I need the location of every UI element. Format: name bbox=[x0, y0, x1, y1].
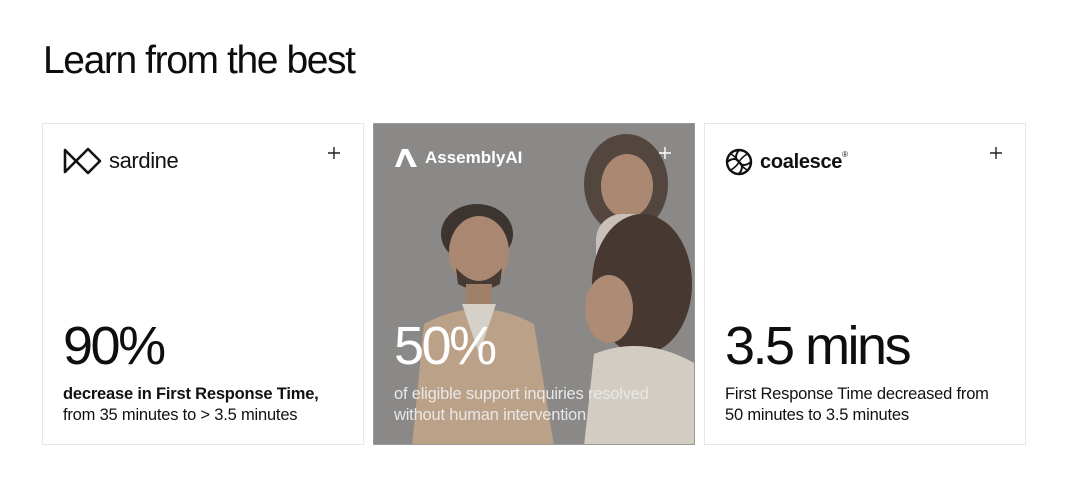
coalesce-wordmark: coalesce bbox=[760, 150, 843, 173]
plus-icon[interactable] bbox=[989, 146, 1003, 160]
sardine-logo-icon bbox=[63, 147, 102, 175]
case-study-card-coalesce[interactable]: coalesce ® 3.5 mins First Response Time … bbox=[704, 123, 1026, 445]
case-study-card-assemblyai[interactable]: AssemblyAI 50% of eligible support inqui… bbox=[373, 123, 695, 445]
case-studies-section: Learn from the best sardine 90% decrease… bbox=[0, 0, 1080, 490]
coalesce-trademark: ® bbox=[842, 150, 849, 159]
plus-icon[interactable] bbox=[658, 146, 672, 160]
stat-value: 3.5 mins bbox=[725, 316, 912, 376]
stat-description-rest: from 35 minutes to > 3.5 minutes bbox=[63, 406, 298, 424]
stat-description-bold: decrease in First Response Time, bbox=[63, 385, 319, 403]
sardine-logo: sardine bbox=[63, 146, 179, 176]
section-title: Learn from the best bbox=[43, 39, 356, 82]
coalesce-logo: coalesce ® bbox=[725, 148, 848, 176]
plus-icon[interactable] bbox=[327, 146, 341, 160]
stat-value: 90% bbox=[63, 316, 166, 376]
stat-description: First Response Time decreased from 50 mi… bbox=[725, 385, 989, 424]
stat-description: of eligible support inquiries resolved w… bbox=[394, 385, 649, 424]
assemblyai-wordmark: AssemblyAI bbox=[425, 148, 523, 167]
assemblyai-logo-icon bbox=[395, 149, 417, 167]
stat-value: 50% bbox=[394, 316, 497, 376]
coalesce-logo-icon bbox=[725, 148, 753, 176]
stat-description: decrease in First Response Time, from 35… bbox=[63, 384, 348, 426]
case-study-card-sardine[interactable]: sardine 90% decrease in First Response T… bbox=[42, 123, 364, 445]
assemblyai-logo: AssemblyAI bbox=[394, 148, 522, 168]
sardine-wordmark: sardine bbox=[109, 148, 179, 173]
